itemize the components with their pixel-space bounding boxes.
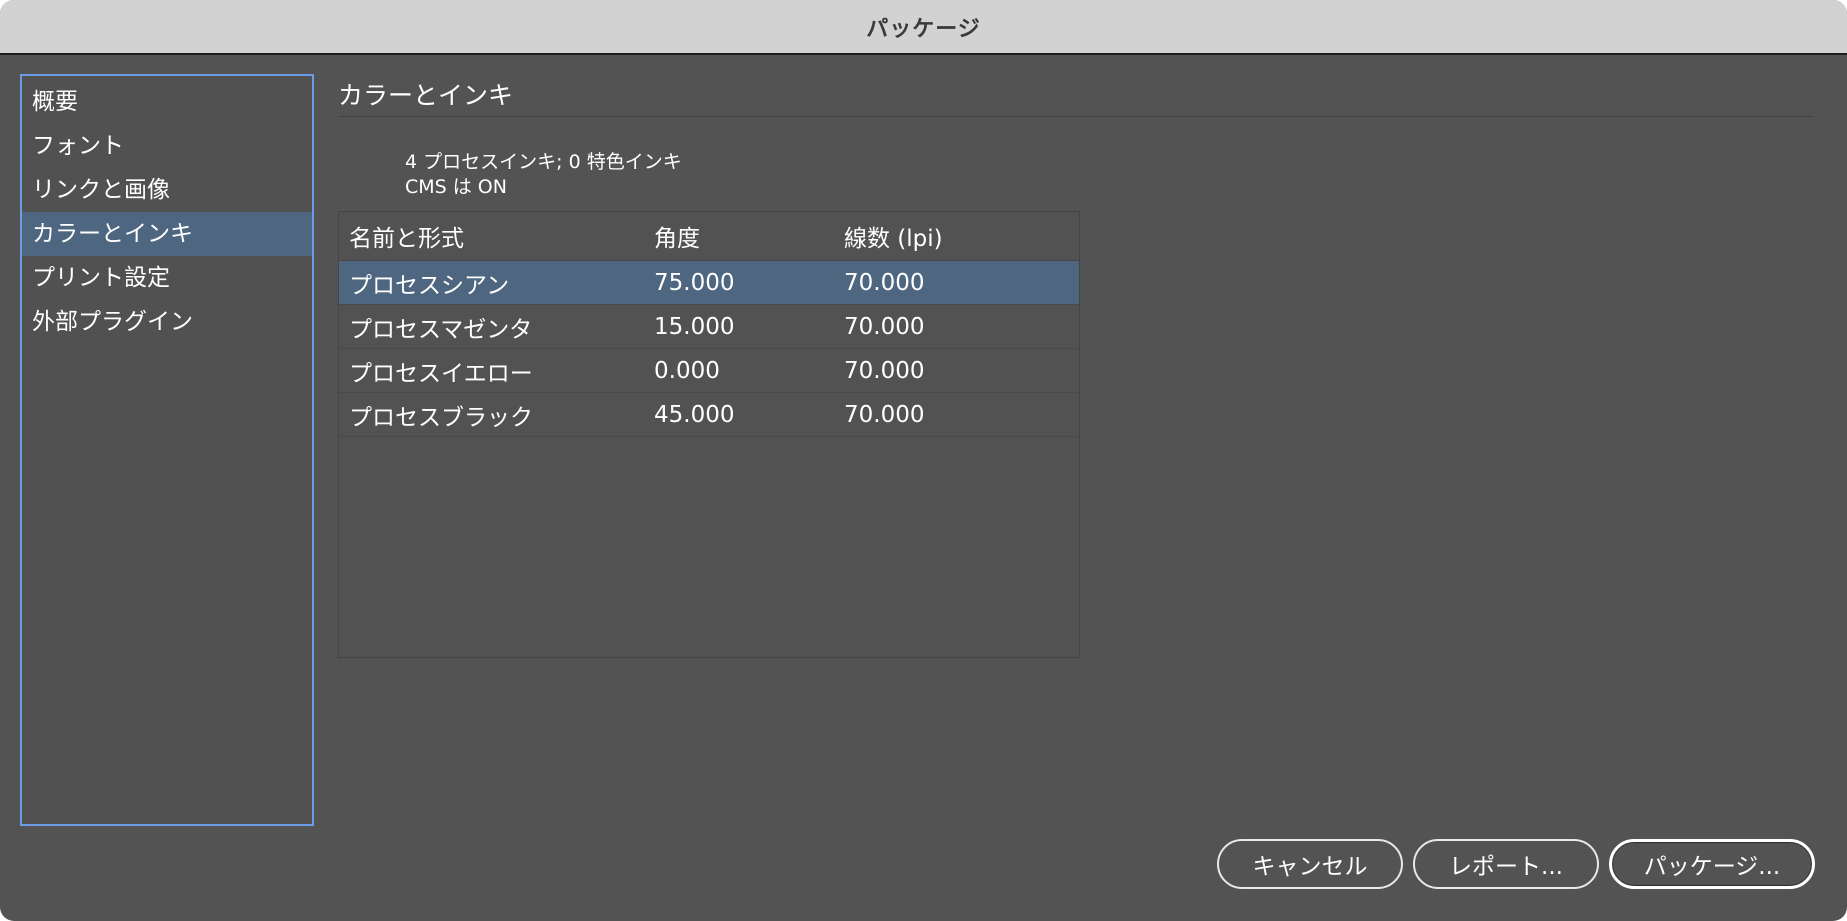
cancel-button[interactable]: キャンセル — [1217, 839, 1403, 889]
cms-status-text: CMS は ON — [405, 176, 507, 198]
table-header: 名前と形式 角度 線数 (lpi) — [339, 212, 1079, 261]
ink-lpi: 70.000 — [844, 269, 925, 296]
ink-lpi: 70.000 — [844, 401, 925, 428]
table-row[interactable]: プロセスブラック 45.000 70.000 — [339, 393, 1079, 437]
table-row[interactable]: プロセスシアン 75.000 70.000 — [339, 261, 1079, 305]
ink-count-text: 4 プロセスインキ; 0 特色インキ — [405, 151, 682, 173]
column-header-lpi[interactable]: 線数 (lpi) — [844, 219, 943, 253]
ink-angle: 75.000 — [654, 269, 735, 296]
sidebar-item-external-plugins[interactable]: 外部プラグイン — [22, 300, 312, 344]
sidebar-item-colors-inks[interactable]: カラーとインキ — [22, 212, 312, 256]
section-divider — [338, 116, 1814, 117]
sidebar-item-print-settings[interactable]: プリント設定 — [22, 256, 312, 300]
ink-angle: 15.000 — [654, 313, 735, 340]
ink-name: プロセスマゼンタ — [349, 316, 533, 343]
ink-angle: 45.000 — [654, 401, 735, 428]
table-row[interactable]: プロセスイエロー 0.000 70.000 — [339, 349, 1079, 393]
sidebar-item-links-images[interactable]: リンクと画像 — [22, 168, 312, 212]
sidebar-item-fonts[interactable]: フォント — [22, 124, 312, 168]
ink-name: プロセスブラック — [349, 404, 533, 431]
sidebar: 概要 フォント リンクと画像 カラーとインキ プリント設定 外部プラグイン — [20, 74, 314, 826]
package-dialog: パッケージ 概要 フォント リンクと画像 カラーとインキ プリント設定 外部プラ… — [0, 0, 1847, 921]
package-button[interactable]: パッケージ... — [1609, 839, 1815, 889]
table-row[interactable]: プロセスマゼンタ 15.000 70.000 — [339, 305, 1079, 349]
sidebar-item-overview[interactable]: 概要 — [22, 80, 312, 124]
column-header-angle[interactable]: 角度 — [654, 219, 700, 253]
ink-name: プロセスシアン — [349, 272, 510, 299]
ink-name: プロセスイエロー — [349, 360, 533, 387]
ink-table: 名前と形式 角度 線数 (lpi) プロセスシアン 75.000 70.000 … — [338, 211, 1080, 658]
ink-summary: 4 プロセスインキ; 0 特色インキ CMS は ON — [405, 150, 682, 200]
ink-angle: 0.000 — [654, 357, 720, 384]
ink-lpi: 70.000 — [844, 357, 925, 384]
column-header-name[interactable]: 名前と形式 — [349, 219, 464, 253]
section-title: カラーとインキ — [338, 81, 514, 110]
title-bar: パッケージ — [0, 0, 1847, 55]
report-button[interactable]: レポート... — [1413, 839, 1599, 889]
dialog-title: パッケージ — [866, 16, 981, 42]
ink-lpi: 70.000 — [844, 313, 925, 340]
